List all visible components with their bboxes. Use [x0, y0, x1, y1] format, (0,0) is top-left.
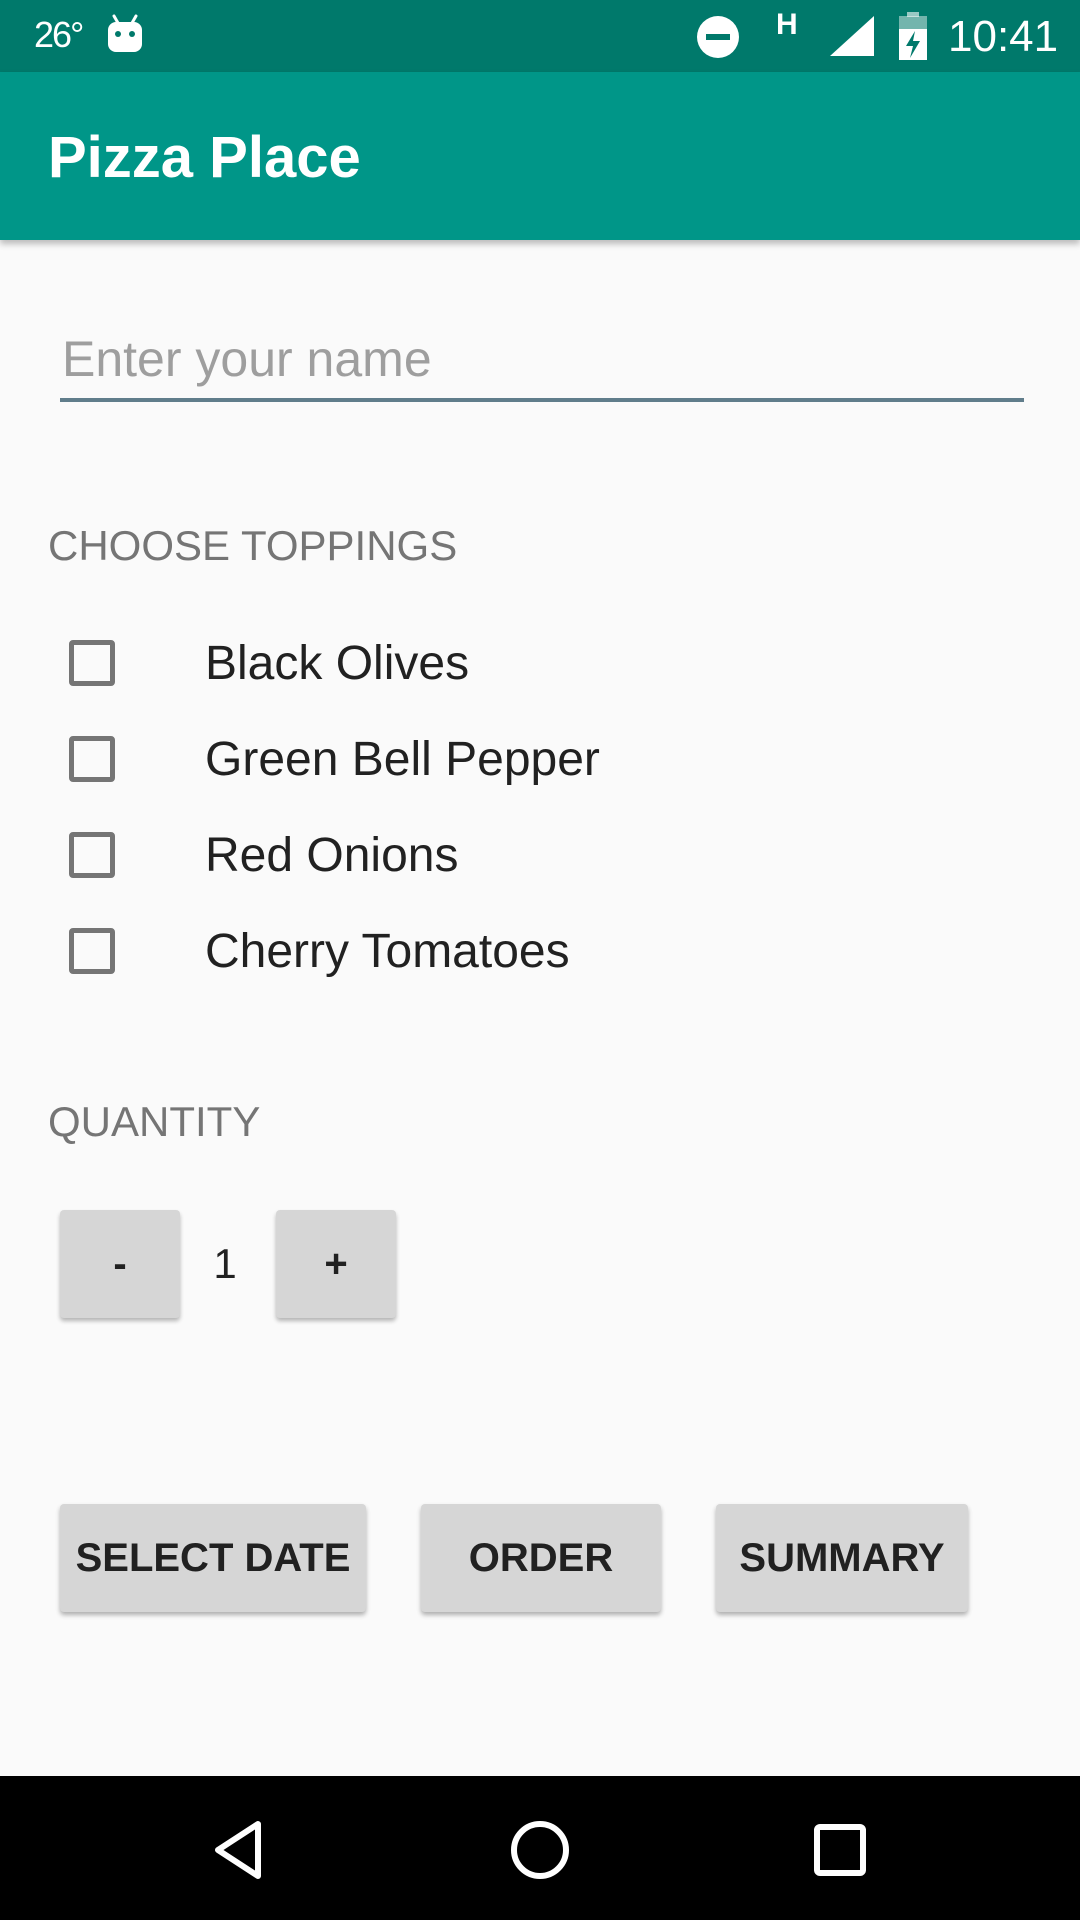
checkbox[interactable] [69, 832, 115, 878]
network-type-text: H [776, 8, 798, 41]
temperature-text: 26° [34, 14, 84, 55]
app-title: Pizza Place [48, 125, 361, 190]
topping-label: Cherry Tomatoes [205, 925, 570, 978]
name-input[interactable] [60, 320, 1024, 402]
status-bar: 26° H 10:41 [0, 0, 1080, 72]
battery-charging-icon [899, 12, 927, 60]
recents-icon[interactable] [808, 1818, 872, 1882]
increment-button[interactable]: + [276, 1210, 396, 1318]
android-icon [108, 14, 142, 52]
topping-label: Black Olives [205, 637, 470, 690]
signal-icon [830, 16, 874, 56]
topping-row-cherry-tomatoes[interactable]: Cherry Tomatoes [60, 910, 760, 994]
topping-row-green-bell-pepper[interactable]: Green Bell Pepper [60, 718, 760, 802]
checkbox[interactable] [69, 928, 115, 974]
checkbox[interactable] [69, 736, 115, 782]
topping-row-red-onions[interactable]: Red Onions [60, 814, 760, 898]
checkbox[interactable] [69, 640, 115, 686]
quantity-value: 1 [213, 1240, 237, 1287]
select-date-button[interactable]: SELECT DATE [60, 1504, 366, 1612]
decrement-button[interactable]: - [60, 1210, 180, 1318]
screen: 26° H 10:41 Pizza Place CHOOSE TOPPING [0, 0, 1080, 1920]
home-icon[interactable] [508, 1818, 572, 1882]
toppings-section-label: CHOOSE TOPPINGS [48, 522, 458, 569]
topping-label: Red Onions [205, 829, 459, 882]
topping-row-black-olives[interactable]: Black Olives [60, 622, 760, 706]
order-button[interactable]: ORDER [421, 1504, 661, 1612]
quantity-section-label: QUANTITY [48, 1098, 261, 1145]
back-icon[interactable] [208, 1818, 272, 1882]
clock-text: 10:41 [948, 12, 1059, 61]
topping-label: Green Bell Pepper [205, 733, 600, 786]
app-bar: Pizza Place [0, 72, 1080, 240]
do-not-disturb-icon [697, 16, 739, 58]
navigation-bar [0, 1776, 1080, 1920]
summary-button[interactable]: SUMMARY [716, 1504, 968, 1612]
